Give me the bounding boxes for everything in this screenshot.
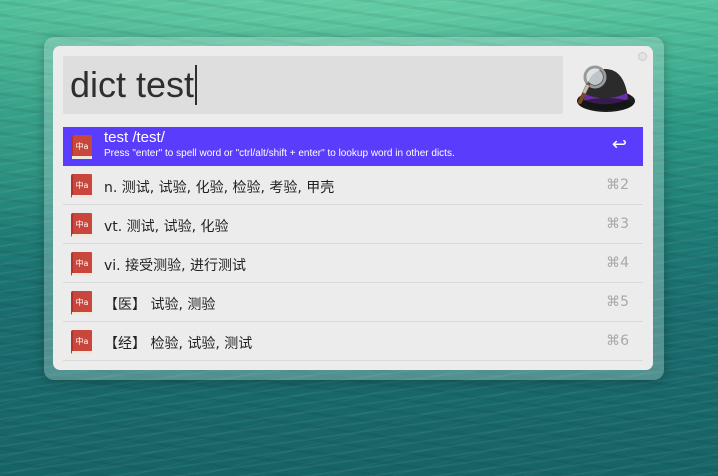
book-icon-text: 中a: [76, 258, 89, 268]
dictionary-book-icon: 中a: [71, 330, 92, 354]
dictionary-book-icon: 中a: [71, 135, 92, 159]
result-shortcut: ⌘2: [606, 177, 629, 193]
book-icon-text: 中a: [76, 219, 89, 229]
result-shortcut: ⌘3: [606, 216, 629, 232]
result-title: vt. 测试, 试验, 化验: [104, 219, 229, 235]
result-title: 【医】 试验, 测验: [104, 297, 216, 313]
search-input[interactable]: dict test: [63, 56, 563, 114]
results-list: 中a test /test/ Press "enter" to spell wo…: [63, 127, 643, 361]
book-icon-text: 中a: [76, 180, 89, 190]
result-item[interactable]: 中a 【经】 检验, 试验, 测试 ⌘6: [63, 322, 643, 361]
search-query-text[interactable]: dict test: [70, 64, 198, 105]
result-item-selected[interactable]: 中a test /test/ Press "enter" to spell wo…: [63, 127, 643, 166]
result-subtitle: Press "enter" to spell word or "ctrl/alt…: [104, 148, 455, 159]
alfred-hat-logo-icon: [577, 65, 635, 112]
result-shortcut: ⌘4: [606, 255, 629, 271]
search-query-value: dict test: [70, 64, 195, 105]
book-icon-text: 中a: [76, 141, 89, 151]
result-shortcut: ⌘6: [606, 333, 629, 349]
dictionary-book-icon: 中a: [71, 291, 92, 315]
dictionary-book-icon: 中a: [71, 252, 92, 276]
return-key-icon: ↩: [611, 134, 627, 155]
result-title: n. 测试, 试验, 化验, 检验, 考验, 甲壳: [104, 180, 335, 196]
close-icon[interactable]: [638, 52, 647, 61]
result-item[interactable]: 中a 【医】 试验, 测验 ⌘5: [63, 283, 643, 322]
alfred-window: dict test 中a test /test/ Press "enter" t…: [53, 46, 653, 370]
result-title: test /test/: [104, 129, 165, 146]
dictionary-book-icon: 中a: [71, 174, 92, 198]
result-item[interactable]: 中a n. 测试, 试验, 化验, 检验, 考验, 甲壳 ⌘2: [63, 166, 643, 205]
result-shortcut: ⌘5: [606, 294, 629, 310]
text-caret: [195, 65, 198, 105]
result-title: vi. 接受测验, 进行测试: [104, 258, 246, 274]
book-icon-text: 中a: [76, 336, 89, 346]
dictionary-book-icon: 中a: [71, 213, 92, 237]
book-icon-text: 中a: [76, 297, 89, 307]
result-item[interactable]: 中a vt. 测试, 试验, 化验 ⌘3: [63, 205, 643, 244]
result-item[interactable]: 中a vi. 接受测验, 进行测试 ⌘4: [63, 244, 643, 283]
result-title: 【经】 检验, 试验, 测试: [104, 336, 253, 352]
